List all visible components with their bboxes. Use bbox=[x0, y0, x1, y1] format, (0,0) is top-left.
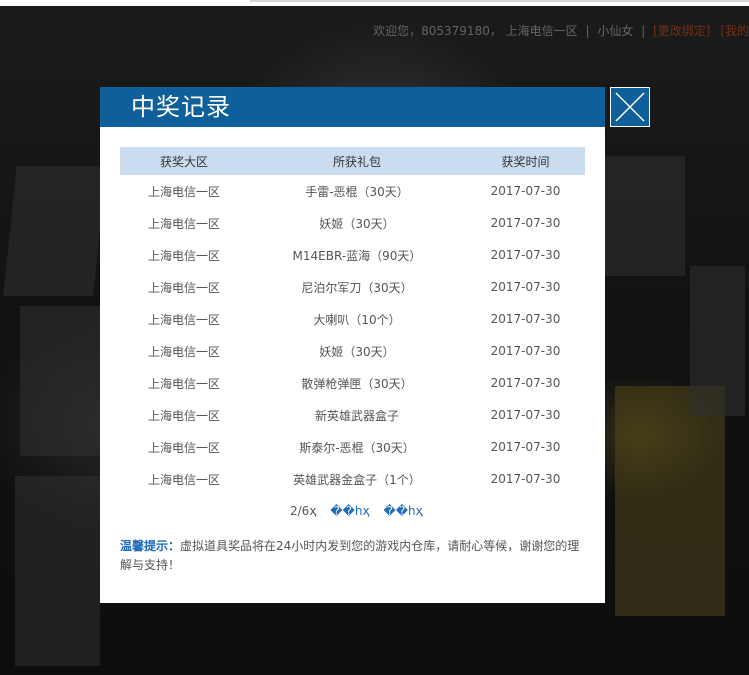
cell-server: 上海电信一区 bbox=[147, 344, 220, 359]
cell-package: 散弹枪弹匣（30天） bbox=[301, 376, 413, 391]
cell-time: 2017-07-30 bbox=[490, 184, 561, 198]
close-icon bbox=[615, 92, 645, 122]
prev-page-link[interactable]: ��hҳ bbox=[330, 504, 369, 518]
column-header-package: 所获礼包 bbox=[248, 147, 466, 175]
page-info: 2/6ҳ bbox=[290, 504, 317, 518]
notice-tip: 温馨提示：虚拟道具奖品将在24小时内发到您的游戏内仓库，请耐心等候，谢谢您的理解… bbox=[120, 537, 590, 575]
cell-server: 上海电信一区 bbox=[147, 248, 220, 263]
cell-server: 上海电信一区 bbox=[147, 184, 220, 199]
cell-package: M14EBR-蓝海（90天） bbox=[292, 248, 422, 263]
pagination: 2/6ҳ ��hҳ ��hҳ bbox=[290, 502, 423, 520]
cell-time: 2017-07-30 bbox=[490, 216, 561, 230]
table-row: 上海电信一区 英雄武器金盒子（1个） 2017-07-30 bbox=[120, 463, 585, 495]
column-header-time: 获奖时间 bbox=[466, 147, 585, 175]
table-row: 上海电信一区 M14EBR-蓝海（90天） 2017-07-30 bbox=[120, 239, 585, 271]
cell-package: 新英雄武器盒子 bbox=[314, 408, 399, 423]
cell-package: 尼泊尔军刀（30天） bbox=[301, 280, 413, 295]
table-row: 上海电信一区 尼泊尔军刀（30天） 2017-07-30 bbox=[120, 271, 585, 303]
cell-time: 2017-07-30 bbox=[490, 440, 561, 454]
table-row: 上海电信一区 妖姬（30天） 2017-07-30 bbox=[120, 335, 585, 367]
prize-records-table: 获奖大区 所获礼包 获奖时间 上海电信一区 手雷-恶棍（30天） 2017-07… bbox=[120, 147, 585, 495]
cell-server: 上海电信一区 bbox=[147, 472, 220, 487]
table-row: 上海电信一区 大喇叭（10个） 2017-07-30 bbox=[120, 303, 585, 335]
table-row: 上海电信一区 新英雄武器盒子 2017-07-30 bbox=[120, 399, 585, 431]
next-page-link[interactable]: ��hҳ bbox=[383, 504, 422, 518]
table-header-row: 获奖大区 所获礼包 获奖时间 bbox=[120, 147, 585, 175]
cell-package: 妖姬（30天） bbox=[319, 216, 395, 231]
cell-package: 斯泰尔-恶棍（30天） bbox=[299, 440, 415, 455]
cell-package: 大喇叭（10个） bbox=[313, 312, 401, 327]
table-row: 上海电信一区 妖姬（30天） 2017-07-30 bbox=[120, 207, 585, 239]
cell-time: 2017-07-30 bbox=[490, 280, 561, 294]
modal-title: 中奖记录 bbox=[131, 93, 231, 121]
cell-server: 上海电信一区 bbox=[147, 440, 220, 455]
table-row: 上海电信一区 散弹枪弹匣（30天） 2017-07-30 bbox=[120, 367, 585, 399]
cell-time: 2017-07-30 bbox=[490, 408, 561, 422]
cell-time: 2017-07-30 bbox=[490, 248, 561, 262]
cell-server: 上海电信一区 bbox=[147, 280, 220, 295]
tip-label: 温馨提示： bbox=[120, 539, 181, 553]
table-row: 上海电信一区 手雷-恶棍（30天） 2017-07-30 bbox=[120, 175, 585, 207]
close-button[interactable] bbox=[610, 87, 650, 127]
cell-time: 2017-07-30 bbox=[490, 472, 561, 486]
cell-server: 上海电信一区 bbox=[147, 376, 220, 391]
cell-time: 2017-07-30 bbox=[490, 312, 561, 326]
cell-package: 英雄武器金盒子（1个） bbox=[293, 472, 421, 487]
cell-time: 2017-07-30 bbox=[490, 376, 561, 390]
cell-time: 2017-07-30 bbox=[490, 344, 561, 358]
top-divider bbox=[250, 0, 749, 2]
cell-package: 手雷-恶棍（30天） bbox=[305, 184, 409, 199]
cell-server: 上海电信一区 bbox=[147, 216, 220, 231]
cell-server: 上海电信一区 bbox=[147, 408, 220, 423]
table-row: 上海电信一区 斯泰尔-恶棍（30天） 2017-07-30 bbox=[120, 431, 585, 463]
cell-package: 妖姬（30天） bbox=[319, 344, 395, 359]
cell-server: 上海电信一区 bbox=[147, 312, 220, 327]
column-header-server: 获奖大区 bbox=[120, 147, 248, 175]
tip-text: 虚拟道具奖品将在24小时内发到您的游戏内仓库，请耐心等候，谢谢您的理解与支持！ bbox=[120, 539, 580, 572]
